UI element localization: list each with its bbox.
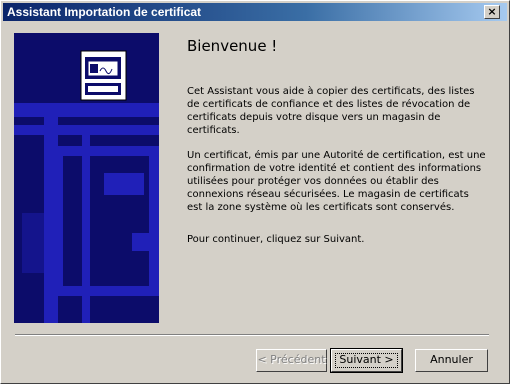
welcome-content: Bienvenue ! Cet Assistant vous aide à co… xyxy=(187,37,487,245)
intro-paragraph: Cet Assistant vous aide à copier des cer… xyxy=(187,86,475,136)
continue-instruction: Pour continuer, cliquez sur Suivant. xyxy=(187,234,365,245)
close-button[interactable]: × xyxy=(484,5,500,19)
certificate-banner-graphic xyxy=(14,33,159,323)
title-bar[interactable]: Assistant Importation de certificat × xyxy=(3,3,507,21)
cancel-button[interactable]: Annuler xyxy=(415,349,488,372)
button-separator xyxy=(15,334,489,336)
certificate-description-paragraph: Un certificat, émis par une Autorité de … xyxy=(187,150,486,213)
certificate-icon xyxy=(80,50,127,101)
wizard-banner-image xyxy=(14,33,159,323)
close-icon: × xyxy=(487,5,497,18)
cancel-button-label: Annuler xyxy=(430,353,473,366)
window-title: Assistant Importation de certificat xyxy=(7,5,202,19)
back-button-label: < Précédent xyxy=(257,353,326,366)
next-button[interactable]: Suivant > xyxy=(330,348,403,373)
back-button[interactable]: < Précédent xyxy=(256,349,327,372)
welcome-heading: Bienvenue ! xyxy=(187,37,278,55)
wizard-window: Assistant Importation de certificat × Bi… xyxy=(0,0,510,384)
